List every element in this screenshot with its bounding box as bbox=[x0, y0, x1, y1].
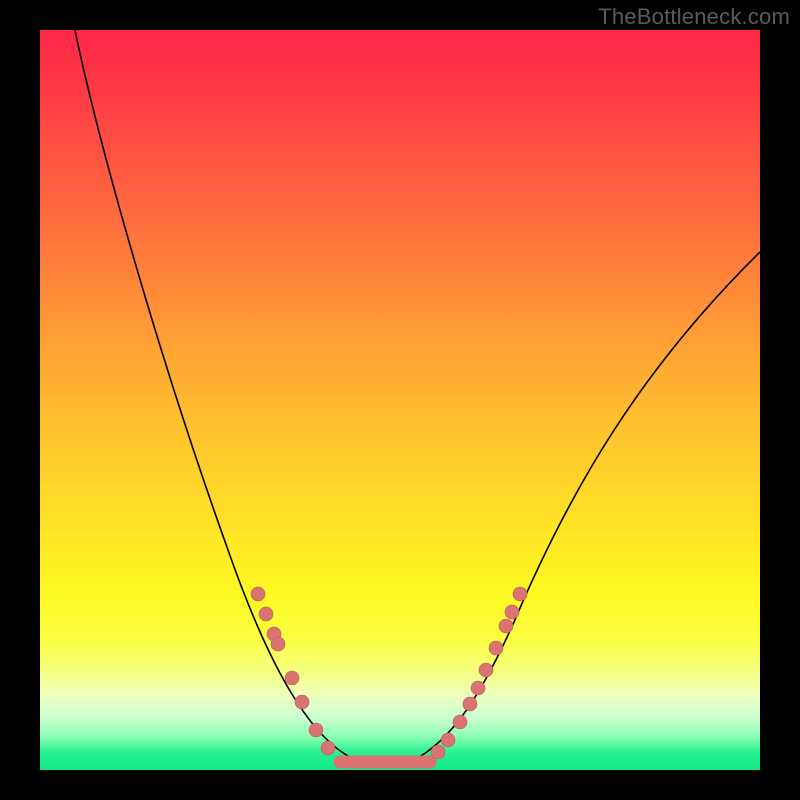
sample-dot bbox=[505, 605, 519, 619]
dots-left-group bbox=[251, 587, 335, 755]
curve-left-leg bbox=[74, 30, 358, 761]
sample-dot bbox=[285, 671, 299, 685]
sample-dot bbox=[479, 663, 493, 677]
curve-right-leg bbox=[412, 252, 760, 761]
sample-dot bbox=[309, 723, 323, 737]
sample-dot bbox=[463, 697, 477, 711]
sample-dot bbox=[271, 637, 285, 651]
plot-area bbox=[40, 30, 760, 770]
sample-dot bbox=[321, 741, 335, 755]
sample-dot bbox=[453, 715, 467, 729]
sample-dot bbox=[251, 587, 265, 601]
sample-dot bbox=[431, 745, 445, 759]
sample-dot bbox=[259, 607, 273, 621]
chart-frame: TheBottleneck.com bbox=[0, 0, 800, 800]
sample-dot bbox=[471, 681, 485, 695]
sample-dot bbox=[499, 619, 513, 633]
sample-dot bbox=[441, 733, 455, 747]
sample-dot bbox=[513, 587, 527, 601]
sample-dot bbox=[489, 641, 503, 655]
chart-svg bbox=[40, 30, 760, 770]
dots-right-group bbox=[431, 587, 527, 759]
watermark-text: TheBottleneck.com bbox=[598, 4, 790, 30]
sample-dot bbox=[295, 695, 309, 709]
